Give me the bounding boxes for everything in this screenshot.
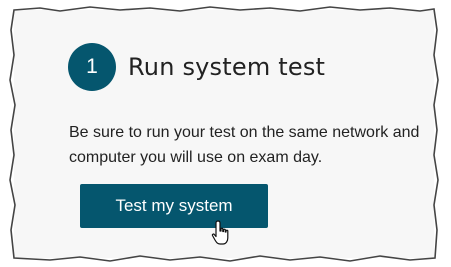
instructions-text: Be sure to run your test on the same net… [69, 124, 420, 166]
step-number-badge: 1 [68, 43, 116, 91]
test-my-system-button[interactable]: Test my system [80, 184, 268, 228]
step-title: Run system test [128, 53, 326, 81]
hand-pointer-icon [211, 220, 229, 245]
screenshot-frame: 1 Run system test Be sure to run your te… [0, 0, 451, 267]
step-header: 1 Run system test [68, 42, 325, 92]
